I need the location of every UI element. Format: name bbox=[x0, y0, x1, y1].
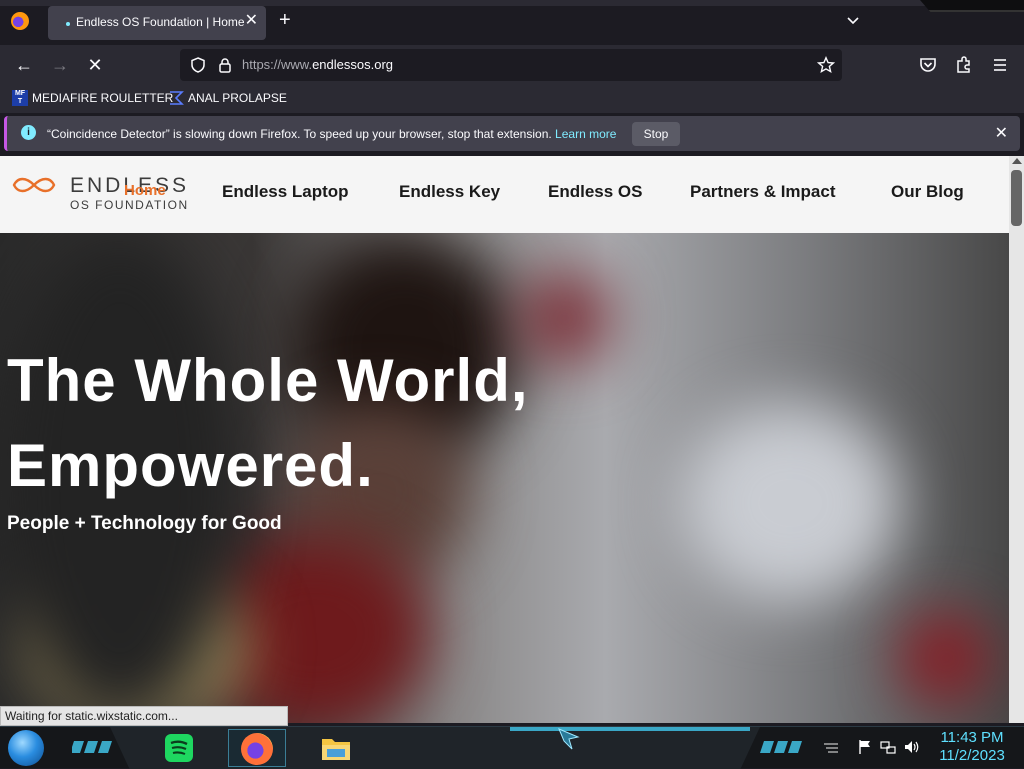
web-page: ENDLESS OS FOUNDATION Home Endless Lapto… bbox=[0, 156, 1009, 723]
tab-active[interactable]: Endless OS Foundation | Home ✕ bbox=[48, 6, 266, 40]
spotify-icon[interactable] bbox=[162, 731, 196, 765]
bookmark-mediafire-rouletter[interactable]: MEDIAFIRE ROULETTER bbox=[32, 91, 173, 105]
clock-date: 11/2/2023 bbox=[939, 747, 1005, 764]
taskbar-decoration-chevrons-icon bbox=[72, 741, 112, 753]
lock-icon[interactable] bbox=[216, 56, 234, 74]
site-header: ENDLESS OS FOUNDATION Home Endless Lapto… bbox=[0, 156, 1009, 233]
firefox-menu-icon[interactable] bbox=[11, 12, 29, 30]
nav-endless-key[interactable]: Endless Key bbox=[399, 182, 500, 202]
firefox-taskbar-button[interactable] bbox=[228, 729, 286, 767]
mouse-cursor-icon bbox=[558, 728, 580, 750]
hero-headline-line2: Empowered. bbox=[7, 432, 374, 499]
info-icon: i bbox=[21, 125, 36, 140]
nav-endless-os[interactable]: Endless OS bbox=[548, 182, 642, 202]
hero-banner: The Whole World, Empowered. People + Tec… bbox=[0, 233, 1009, 723]
pocket-icon[interactable] bbox=[918, 55, 938, 75]
bookmark-star-icon[interactable] bbox=[817, 56, 835, 74]
nav-endless-laptop[interactable]: Endless Laptop bbox=[222, 182, 349, 202]
url-prefix: https://www. bbox=[242, 57, 313, 72]
hero-tagline: People + Technology for Good bbox=[7, 513, 282, 534]
new-tab-button[interactable]: + bbox=[279, 10, 291, 30]
taskbar: 11:43 PM 11/2/2023 bbox=[0, 726, 1024, 769]
loading-dot-icon bbox=[66, 22, 70, 26]
notification-message: “Coincidence Detector” is slowing down F… bbox=[47, 127, 616, 141]
status-panel: Waiting for static.wixstatic.com... bbox=[0, 706, 288, 726]
forward-button[interactable]: → bbox=[48, 53, 72, 77]
hero-headline-line1: The Whole World, bbox=[7, 347, 529, 414]
notification-text: “Coincidence Detector” is slowing down F… bbox=[47, 127, 552, 141]
url-text[interactable]: https://www.endlessos.org bbox=[242, 57, 393, 72]
taskbar-accent-line bbox=[510, 727, 750, 731]
taskbar-clock[interactable]: 11:43 PM 11/2/2023 bbox=[930, 729, 1014, 765]
home-link[interactable]: Home bbox=[124, 182, 166, 199]
close-notification-icon[interactable]: ✕ bbox=[995, 123, 1008, 143]
hero-photo-red-object bbox=[520, 273, 610, 363]
extensions-puzzle-icon[interactable] bbox=[954, 55, 974, 75]
list-all-tabs-icon[interactable] bbox=[845, 13, 861, 29]
bookmark-anal-prolapse[interactable]: ANAL PROLAPSE bbox=[188, 91, 287, 105]
action-center-flag-icon[interactable] bbox=[857, 739, 873, 755]
nav-partners-impact[interactable]: Partners & Impact bbox=[690, 182, 836, 202]
hero-photo-red-cup bbox=[900, 613, 990, 703]
logo-text-foundation: OS FOUNDATION bbox=[70, 198, 189, 212]
infinity-logo-icon bbox=[12, 177, 56, 193]
stop-loading-button[interactable]: ✕ bbox=[83, 53, 107, 77]
start-button[interactable] bbox=[8, 730, 44, 766]
taskbar-frame-decoration bbox=[110, 727, 760, 769]
hamburger-menu-icon[interactable] bbox=[990, 55, 1010, 75]
url-domain: endlessos.org bbox=[312, 57, 394, 72]
page-scrollbar[interactable] bbox=[1009, 156, 1024, 723]
file-explorer-icon[interactable] bbox=[319, 731, 353, 765]
volume-icon[interactable] bbox=[904, 739, 920, 755]
tab-strip: Endless OS Foundation | Home ✕ + bbox=[0, 0, 1024, 45]
url-bar[interactable]: https://www.endlessos.org bbox=[180, 49, 842, 81]
clock-time: 11:43 PM bbox=[940, 729, 1004, 746]
scroll-up-arrow-icon[interactable] bbox=[1012, 158, 1022, 164]
hero-photo-laptop-screen bbox=[680, 403, 900, 603]
network-icon[interactable] bbox=[880, 739, 896, 755]
bookmarks-toolbar: MF T MEDIAFIRE ROULETTER ANAL PROLAPSE bbox=[0, 85, 1024, 113]
site-logo[interactable]: ENDLESS OS FOUNDATION Home bbox=[10, 174, 190, 218]
nav-our-blog[interactable]: Our Blog bbox=[891, 182, 964, 202]
learn-more-link[interactable]: Learn more bbox=[555, 127, 616, 141]
sigma-icon bbox=[170, 91, 184, 105]
tracking-protection-shield-icon[interactable] bbox=[189, 56, 207, 74]
show-hidden-icons-icon[interactable] bbox=[823, 739, 839, 755]
nav-toolbar: ← → ✕ https://www.endlessos.org bbox=[0, 45, 1024, 85]
firefox-icon bbox=[241, 733, 273, 765]
scrollbar-thumb[interactable] bbox=[1011, 170, 1022, 226]
tab-title: Endless OS Foundation | Home bbox=[76, 15, 245, 29]
back-button[interactable]: ← bbox=[12, 53, 36, 77]
stop-extension-button[interactable]: Stop bbox=[632, 122, 680, 146]
window-frame-decoration bbox=[920, 0, 1024, 12]
taskbar-decoration-chevrons-right-icon bbox=[760, 741, 802, 753]
mediafire-icon: MF T bbox=[12, 90, 28, 106]
tab-close-icon[interactable]: ✕ bbox=[245, 13, 258, 29]
extension-warning-bar: i “Coincidence Detector” is slowing down… bbox=[4, 116, 1020, 151]
